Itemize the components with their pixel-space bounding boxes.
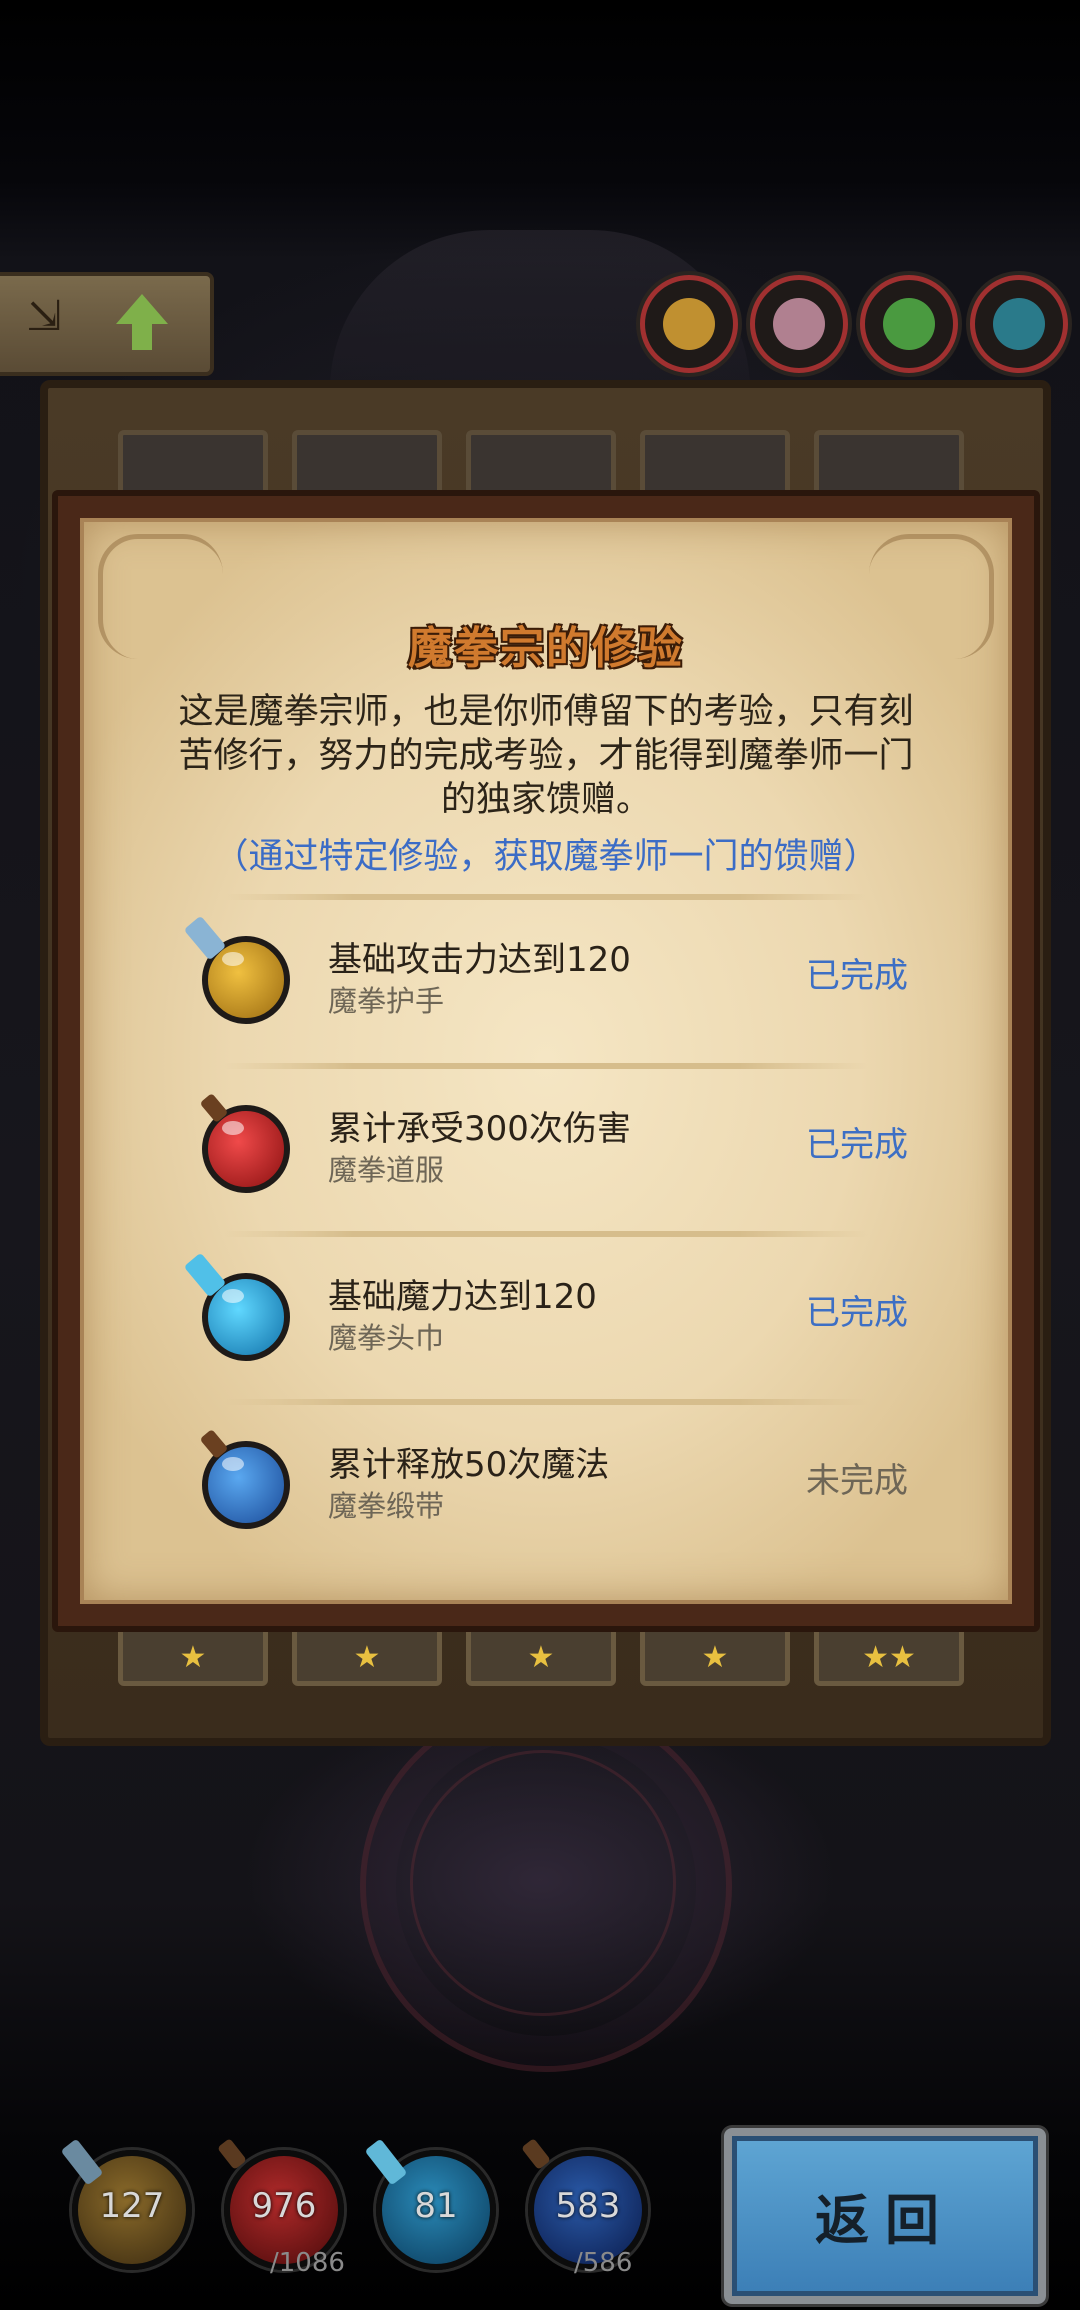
trial-task: 基础攻击力达到120: [328, 940, 631, 980]
attack-stat-orb: 127: [60, 2138, 192, 2270]
divider: [224, 1231, 868, 1237]
trial-reward: 魔拳缎带: [328, 1489, 445, 1523]
health-max: /1086: [270, 2248, 345, 2278]
back-button[interactable]: 返回: [724, 2128, 1046, 2304]
back-button-label: 返回: [815, 2189, 955, 2252]
health-stat-orb: 976 /1086: [217, 2138, 345, 2278]
magic-stat-orb: 81: [364, 2138, 496, 2270]
status-effect-slot-2[interactable]: [750, 275, 848, 373]
trial-task: 基础魔力达到120: [328, 1277, 597, 1317]
dialog-description: 这是魔拳宗师，也是你师傅留下的考验，只有刻苦修行，努力的完成考验，才能得到魔拳师…: [178, 692, 914, 820]
trial-status: 已完成: [806, 1125, 908, 1165]
mana-stat-orb: 583 /586: [521, 2138, 648, 2278]
arrow-up-icon: [116, 294, 168, 350]
mana-max: /586: [574, 2248, 633, 2278]
dialog-title: 魔拳宗的修验: [408, 623, 684, 674]
divider: [224, 1399, 868, 1405]
badge-glyph: ⇲: [26, 290, 63, 341]
divider: [224, 894, 868, 900]
divider: [224, 1063, 868, 1069]
trial-row: 累计释放50次魔法 魔拳缎带 未完成: [84, 1409, 1008, 1559]
trial-dialog: 魔拳宗的修验 这是魔拳宗师，也是你师傅留下的考验，只有刻苦修行，努力的完成考验，…: [52, 490, 1040, 1632]
trial-status: 已完成: [806, 1293, 908, 1333]
level-up-badge[interactable]: ⇲: [0, 272, 214, 376]
trial-task: 累计释放50次魔法: [328, 1445, 610, 1485]
magic-orb-icon: [183, 1252, 290, 1361]
trial-task: 累计承受300次伤害: [328, 1109, 631, 1149]
attack-value: 127: [99, 2186, 165, 2226]
parchment: 魔拳宗的修验 这是魔拳宗师，也是你师傅留下的考验，只有刻苦修行，努力的完成考验，…: [80, 518, 1012, 1604]
mana-orb-icon: [199, 1428, 290, 1529]
background-magic-circle-inner: [410, 1750, 676, 2016]
trial-row: 基础攻击力达到120 魔拳护手 已完成: [84, 904, 1008, 1054]
status-effect-slot-4[interactable]: [970, 275, 1068, 373]
status-effect-slot-1[interactable]: [640, 275, 738, 373]
magic-value: 81: [414, 2186, 458, 2226]
trial-reward: 魔拳头巾: [328, 1321, 445, 1355]
health-value: 976: [251, 2186, 317, 2226]
trial-reward: 魔拳护手: [328, 984, 445, 1018]
trial-row: 基础魔力达到120 魔拳头巾 已完成: [84, 1241, 1008, 1391]
health-orb-icon: [199, 1092, 290, 1193]
trial-row: 累计承受300次伤害 魔拳道服 已完成: [84, 1073, 1008, 1223]
trial-reward: 魔拳道服: [328, 1153, 445, 1187]
dialog-hint: （通过特定修验，获取魔拳师一门的馈赠）: [213, 837, 879, 877]
attack-orb-icon: [183, 915, 290, 1024]
trial-status: 已完成: [806, 956, 908, 996]
trial-status: 未完成: [806, 1461, 908, 1501]
status-effect-slot-3[interactable]: [860, 275, 958, 373]
mana-value: 583: [555, 2186, 621, 2226]
